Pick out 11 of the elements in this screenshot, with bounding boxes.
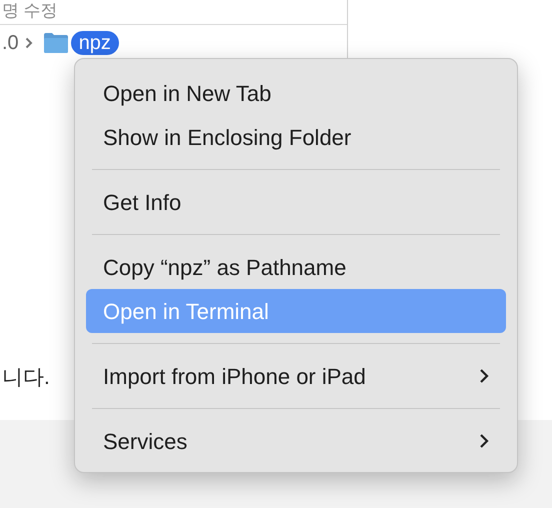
menu-item[interactable]: Import from iPhone or iPad [86,354,506,398]
header-text: 명 수정 [2,2,58,18]
body-text: 니다. [2,365,50,391]
menu-item[interactable]: Open in New Tab [86,71,506,115]
chevron-icon [24,36,33,48]
menu-item[interactable]: Get Info [86,180,506,224]
menu-item[interactable]: Copy “npz” as Pathname [86,245,506,289]
folder-label[interactable]: npz [70,30,119,54]
menu-item[interactable]: Show in Enclosing Folder [86,115,506,159]
folder-icon [42,32,69,54]
path-segment[interactable]: .0 [2,30,19,54]
